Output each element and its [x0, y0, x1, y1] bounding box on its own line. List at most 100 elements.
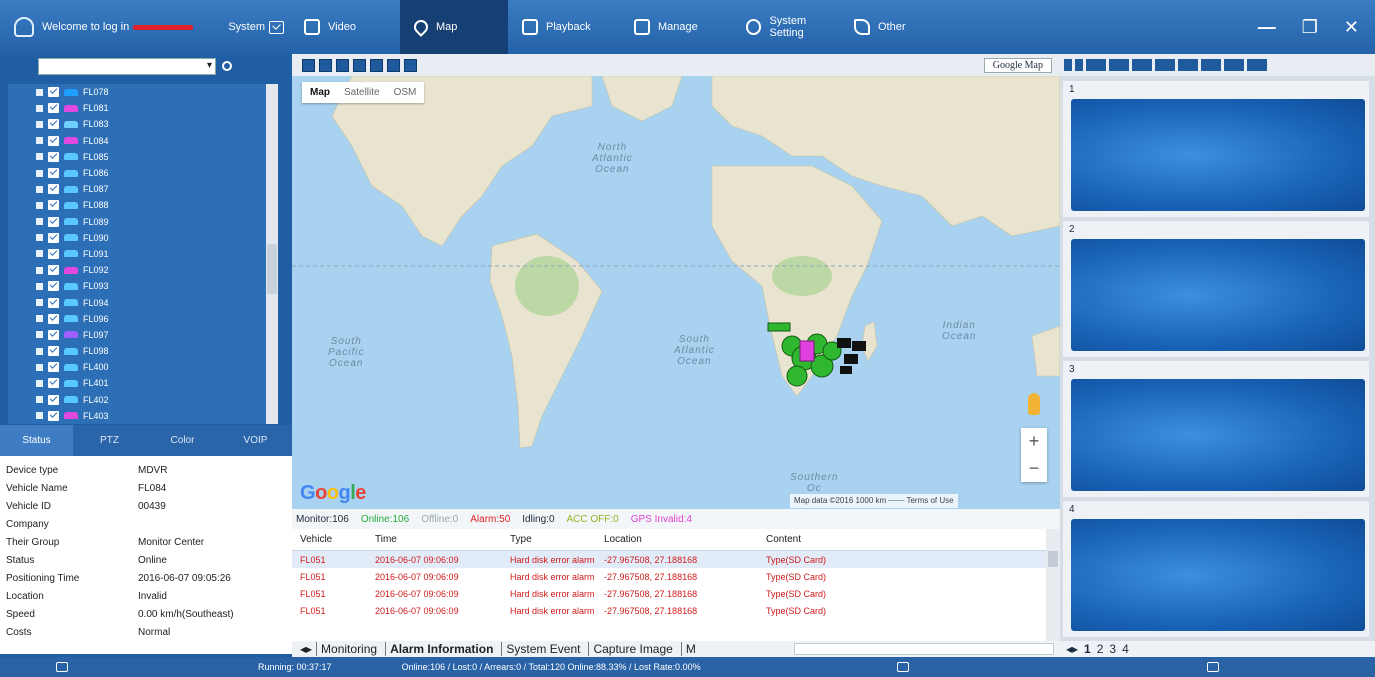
expand-icon[interactable] — [36, 363, 43, 371]
vehicle-checkbox[interactable] — [48, 184, 59, 195]
expand-icon[interactable] — [36, 201, 43, 209]
expand-icon[interactable] — [36, 234, 43, 242]
arrow-down-icon[interactable] — [1075, 59, 1083, 71]
vehicle-tree-item[interactable]: FL093 — [8, 278, 278, 294]
vehicle-tree-item[interactable]: FL400 — [8, 359, 278, 375]
system-menu[interactable]: System — [228, 20, 284, 34]
vehicle-checkbox[interactable] — [48, 329, 59, 340]
tab-alarm-information[interactable]: Alarm Information — [385, 642, 497, 656]
col-vehicle[interactable]: Vehicle — [292, 534, 365, 545]
arrow-up-icon[interactable] — [1064, 59, 1072, 71]
expand-icon[interactable] — [36, 266, 43, 274]
video-slot-4[interactable]: 4 — [1063, 501, 1369, 637]
expand-icon[interactable] — [36, 185, 43, 193]
record-icon[interactable] — [1155, 59, 1175, 71]
expand-icon[interactable] — [36, 169, 43, 177]
layout-9-icon[interactable] — [1132, 59, 1152, 71]
vehicle-tree-item[interactable]: FL097 — [8, 327, 278, 343]
zoom-in-button[interactable]: + — [1029, 431, 1040, 452]
zoom-tool-icon[interactable] — [370, 58, 383, 72]
vehicle-checkbox[interactable] — [48, 378, 59, 389]
vehicle-checkbox[interactable] — [48, 346, 59, 357]
vehicle-checkbox[interactable] — [48, 410, 59, 421]
panel-icon[interactable] — [1206, 662, 1219, 672]
zoom-out-button[interactable]: − — [1029, 458, 1040, 479]
tab-scroll-left-icon[interactable]: ◂▸ — [300, 642, 312, 656]
tab-more[interactable]: M — [680, 642, 700, 656]
expand-icon[interactable] — [36, 379, 43, 387]
video-slot-1[interactable]: 1 — [1063, 81, 1369, 217]
vehicle-tree-item[interactable]: FL098 — [8, 343, 278, 359]
vehicle-tree-item[interactable]: FL087 — [8, 181, 278, 197]
search-icon[interactable] — [222, 61, 232, 71]
vehicle-checkbox[interactable] — [48, 394, 59, 405]
restore-button[interactable]: ❐ — [1302, 17, 1318, 38]
vehicle-checkbox[interactable] — [48, 216, 59, 227]
expand-icon[interactable] — [36, 137, 43, 145]
col-location[interactable]: Location — [598, 534, 758, 545]
vehicle-tree-item[interactable]: FL091 — [8, 246, 278, 262]
expand-icon[interactable] — [36, 153, 43, 161]
vehicle-checkbox[interactable] — [48, 265, 59, 276]
col-type[interactable]: Type — [500, 534, 598, 545]
video-screen[interactable] — [1071, 239, 1365, 351]
map-type-osm[interactable]: OSM — [394, 87, 417, 98]
street-view-pegman-icon[interactable] — [1028, 393, 1040, 415]
vehicle-checkbox[interactable] — [48, 151, 59, 162]
expand-icon[interactable] — [36, 299, 43, 307]
fit-tool-icon[interactable] — [387, 58, 400, 72]
map-type-map[interactable]: Map — [310, 87, 330, 98]
vehicle-checkbox[interactable] — [48, 87, 59, 98]
flag-tool-icon[interactable] — [302, 58, 315, 72]
tab-map[interactable]: Map — [400, 0, 508, 54]
expand-icon[interactable] — [36, 412, 43, 420]
video-page-3[interactable]: 3 — [1109, 642, 1116, 656]
expand-icon[interactable] — [36, 315, 43, 323]
message-icon[interactable] — [56, 662, 68, 672]
close-button[interactable]: ✕ — [1344, 17, 1359, 38]
expand-icon[interactable] — [36, 347, 43, 355]
polygon-tool-icon[interactable] — [336, 58, 349, 72]
tabs-hscrollbar[interactable] — [794, 643, 1054, 655]
play-icon[interactable] — [1201, 59, 1221, 71]
expand-icon[interactable] — [36, 120, 43, 128]
expand-icon[interactable] — [36, 104, 43, 112]
vehicle-tree-item[interactable]: FL090 — [8, 230, 278, 246]
tab-playback[interactable]: Playback — [508, 0, 620, 54]
alarm-scroll-thumb[interactable] — [1048, 551, 1058, 567]
tab-system-event[interactable]: System Event — [501, 642, 584, 656]
vehicle-tree-item[interactable]: FL078 — [8, 84, 278, 100]
vehicle-tree-item[interactable]: FL094 — [8, 294, 278, 310]
vehicle-checkbox[interactable] — [48, 168, 59, 179]
video-page-4[interactable]: 4 — [1122, 642, 1129, 656]
tab-status[interactable]: Status — [0, 425, 73, 456]
tab-color[interactable]: Color — [146, 425, 219, 456]
vehicle-tree-item[interactable]: FL403 — [8, 408, 278, 424]
map-type-satellite[interactable]: Satellite — [344, 87, 380, 98]
vehicle-tree-item[interactable]: FL092 — [8, 262, 278, 278]
vehicle-tree-item[interactable]: FL084 — [8, 133, 278, 149]
minimize-button[interactable]: — — [1258, 17, 1276, 38]
expand-icon[interactable] — [36, 331, 43, 339]
table-row[interactable]: FL051 2016-06-07 09:06:09 Hard disk error … — [292, 602, 1060, 619]
vehicle-checkbox[interactable] — [48, 313, 59, 324]
tab-ptz[interactable]: PTZ — [73, 425, 146, 456]
audio-icon[interactable] — [1178, 59, 1198, 71]
alarm-scrollbar[interactable] — [1046, 529, 1060, 641]
col-time[interactable]: Time — [365, 534, 500, 545]
vehicle-checkbox[interactable] — [48, 103, 59, 114]
vehicle-tree-item[interactable]: FL402 — [8, 392, 278, 408]
stop-icon[interactable] — [1224, 59, 1244, 71]
vehicle-checkbox[interactable] — [48, 362, 59, 373]
table-row[interactable]: FL051 2016-06-07 09:06:09 Hard disk error … — [292, 551, 1060, 568]
tab-voip[interactable]: VOIP — [219, 425, 292, 456]
video-page-1[interactable]: 1 — [1084, 642, 1091, 656]
tab-video[interactable]: Video — [290, 0, 400, 54]
tab-manage[interactable]: Manage — [620, 0, 732, 54]
vehicle-search-combo[interactable] — [38, 57, 216, 75]
table-row[interactable]: FL051 2016-06-07 09:06:09 Hard disk error … — [292, 585, 1060, 602]
tab-monitoring[interactable]: Monitoring — [316, 642, 381, 656]
vehicle-tree-item[interactable]: FL401 — [8, 375, 278, 391]
vehicle-tree-item[interactable]: FL086 — [8, 165, 278, 181]
vehicle-tree-item[interactable]: FL085 — [8, 149, 278, 165]
